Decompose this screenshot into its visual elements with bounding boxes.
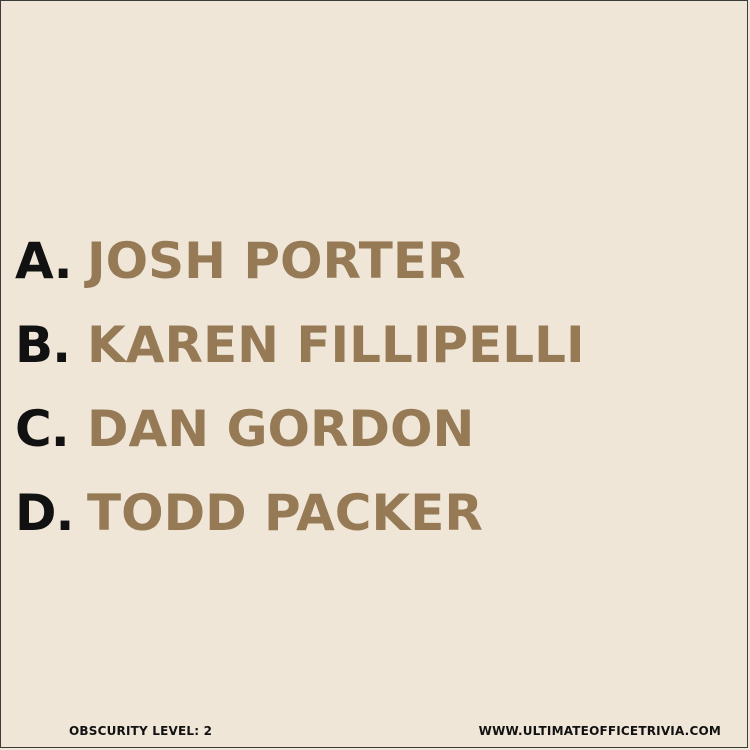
- answer-text: JOSH PORTER: [87, 232, 466, 290]
- answer-list: A. JOSH PORTER B. KAREN FILLIPELLI C. DA…: [15, 219, 735, 555]
- obscurity-level: OBSCURITY LEVEL: 2: [69, 724, 213, 738]
- answer-option-c: C. DAN GORDON: [15, 387, 735, 471]
- trivia-card: A. JOSH PORTER B. KAREN FILLIPELLI C. DA…: [0, 0, 748, 748]
- answer-letter: A.: [15, 232, 73, 290]
- answer-text: KAREN FILLIPELLI: [87, 316, 585, 374]
- answer-option-b: B. KAREN FILLIPELLI: [15, 303, 735, 387]
- answer-letter: D.: [15, 484, 75, 542]
- answer-text: TODD PACKER: [87, 484, 483, 542]
- answer-letter: B.: [15, 316, 71, 374]
- answer-option-a: A. JOSH PORTER: [15, 219, 735, 303]
- answer-text: DAN GORDON: [87, 400, 475, 458]
- answer-option-d: D. TODD PACKER: [15, 471, 735, 555]
- website-url: WWW.ULTIMATEOFFICETRIVIA.COM: [478, 724, 721, 738]
- answer-letter: C.: [15, 400, 70, 458]
